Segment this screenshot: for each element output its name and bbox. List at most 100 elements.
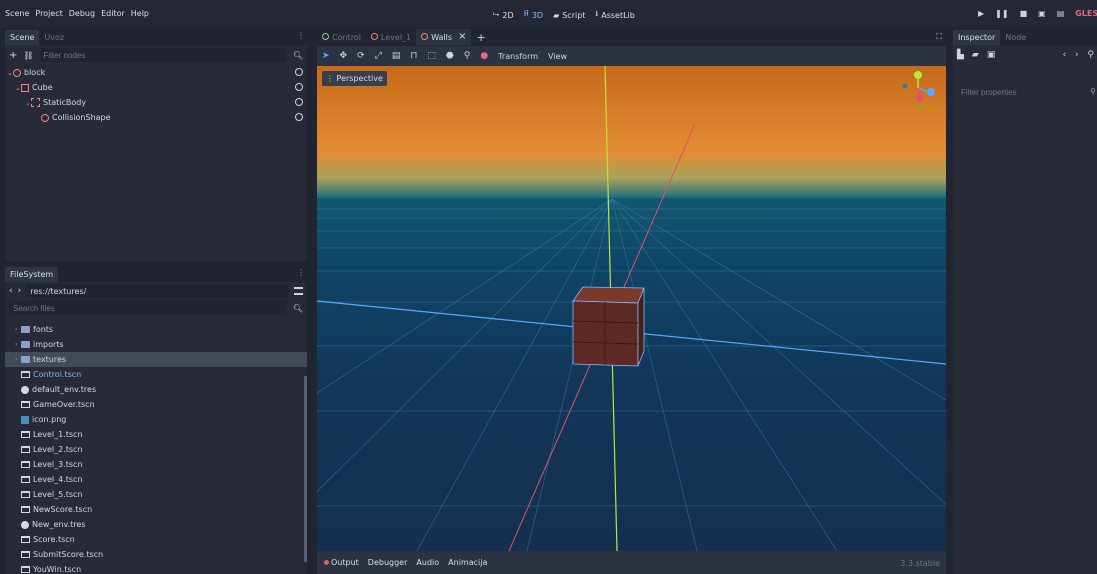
search-files-input[interactable] xyxy=(9,301,287,315)
history-arrows[interactable]: ‹ › ⚲ xyxy=(1062,50,1097,60)
play-scene-icon[interactable]: ▣ xyxy=(1038,9,1046,18)
renderer-badge[interactable]: GLES3 xyxy=(1075,9,1097,18)
menu-debug[interactable]: Debug xyxy=(69,9,95,18)
workspace-3d-button[interactable]: ⭿ 3D xyxy=(524,8,543,22)
view-menu[interactable]: View xyxy=(548,52,567,61)
tree-node-cube[interactable]: ⌄ Cube xyxy=(5,80,307,95)
scene-file-icon xyxy=(21,536,30,543)
move-tool-icon[interactable]: ✥ xyxy=(340,51,348,61)
perspective-menu-button[interactable]: ⋮ Perspective xyxy=(322,71,387,86)
file-item[interactable]: › fonts xyxy=(5,322,307,337)
play-custom-scene-icon[interactable]: ▤ xyxy=(1057,9,1065,18)
pause-icon[interactable]: ❚❚ xyxy=(995,9,1008,18)
file-item[interactable]: Level_1.tscn xyxy=(5,427,307,442)
file-item[interactable]: Control.tscn xyxy=(5,367,307,382)
file-item[interactable]: Level_4.tscn xyxy=(5,472,307,487)
link-icon[interactable]: ⛓ xyxy=(23,51,33,60)
mesh-instance-icon xyxy=(21,83,29,92)
scene-file-icon xyxy=(21,476,30,483)
new-scene-tab-icon[interactable]: + xyxy=(476,31,485,44)
select-tool-icon[interactable]: ➤ xyxy=(322,51,330,61)
fs-path-field[interactable]: res://textures/ xyxy=(26,284,289,298)
visibility-icon[interactable] xyxy=(295,83,303,91)
menu-project[interactable]: Project xyxy=(35,9,62,18)
tab-scene[interactable]: Scene xyxy=(5,30,40,45)
file-item[interactable]: NewScore.tscn xyxy=(5,502,307,517)
file-item[interactable]: icon.png xyxy=(5,412,307,427)
file-item[interactable]: YouWin.tscn xyxy=(5,562,307,574)
tab-node[interactable]: Node xyxy=(1000,30,1031,45)
load-resource-icon[interactable]: ▰ xyxy=(972,50,979,60)
dock-menu-icon[interactable]: ⋮ xyxy=(297,268,305,277)
3d-viewport[interactable]: ⋮ Perspective xyxy=(317,66,946,551)
transform-menu[interactable]: Transform xyxy=(498,52,538,61)
snap-icon[interactable]: ⚲ xyxy=(464,51,471,61)
lock-icon[interactable]: ⊓ xyxy=(410,51,417,61)
cube-mesh[interactable] xyxy=(572,286,645,367)
distraction-free-icon[interactable]: ⛶ xyxy=(936,32,942,42)
scene-tab-level-1[interactable]: Level_1 xyxy=(366,29,416,45)
search-icon[interactable]: 🔍︎ xyxy=(293,304,303,313)
error-dot-icon xyxy=(324,560,329,565)
tab-inspector[interactable]: Inspector xyxy=(953,30,1001,45)
file-item[interactable]: › imports xyxy=(5,337,307,352)
group-icon[interactable]: ⬚ xyxy=(427,51,436,61)
spatial-icon xyxy=(421,33,429,40)
tab-filesystem[interactable]: FileSystem xyxy=(5,267,59,282)
file-item[interactable]: Level_3.tscn xyxy=(5,457,307,472)
back-arrow-icon[interactable]: ‹ xyxy=(9,286,13,296)
camera-override-icon[interactable]: ● xyxy=(480,51,488,61)
filter-nodes-input[interactable] xyxy=(39,48,287,62)
add-node-icon[interactable]: + xyxy=(9,50,17,61)
environment-icon xyxy=(21,520,29,529)
file-item[interactable]: Level_5.tscn xyxy=(5,487,307,502)
menu-help[interactable]: Help xyxy=(131,9,149,18)
tab-import[interactable]: Uvoz xyxy=(39,30,69,45)
fs-scrollbar[interactable] xyxy=(304,376,307,562)
file-list: › fonts › imports › textures Control.tscn d… xyxy=(5,316,307,574)
tree-node-block[interactable]: ⌄ block xyxy=(5,65,307,80)
menu-editor[interactable]: Editor xyxy=(101,9,125,18)
workspace-script-button[interactable]: ▰ Script xyxy=(553,8,585,22)
close-icon[interactable]: × xyxy=(458,32,466,45)
local-space-icon[interactable]: ⬣ xyxy=(446,51,454,61)
file-item[interactable]: SubmitScore.tscn xyxy=(5,547,307,562)
file-item[interactable]: Score.tscn xyxy=(5,532,307,547)
stop-icon[interactable]: ■ xyxy=(1020,9,1028,18)
file-item[interactable]: New_env.tres xyxy=(5,517,307,532)
dock-menu-icon[interactable]: ⋮ xyxy=(297,31,305,40)
tab-debugger[interactable]: Debugger xyxy=(368,558,408,567)
visibility-icon[interactable] xyxy=(295,68,303,76)
orientation-gizmo[interactable] xyxy=(902,71,936,109)
scale-tool-icon[interactable]: ⤢ xyxy=(375,51,382,61)
play-icon[interactable]: ▶ xyxy=(978,9,984,18)
split-mode-icon[interactable] xyxy=(294,287,303,295)
file-item[interactable]: › textures xyxy=(5,352,307,367)
menu-scene[interactable]: Scene xyxy=(5,9,29,18)
scene-tab-control[interactable]: Control xyxy=(317,29,366,45)
tab-audio[interactable]: Audio xyxy=(416,558,439,567)
tab-output[interactable]: Output xyxy=(324,558,359,567)
file-item[interactable]: Level_2.tscn xyxy=(5,442,307,457)
search-icon[interactable]: 🔍︎ xyxy=(293,51,303,60)
forward-arrow-icon[interactable]: › xyxy=(18,286,22,296)
file-item[interactable]: default_env.tres xyxy=(5,382,307,397)
file-item[interactable]: GameOver.tscn xyxy=(5,397,307,412)
grid xyxy=(317,198,946,551)
visibility-icon[interactable] xyxy=(295,113,303,121)
new-resource-icon[interactable]: ▙ xyxy=(957,50,964,60)
workspace-assetlib-button[interactable]: ⭳ AssetLib xyxy=(595,8,634,22)
folder-icon xyxy=(21,326,30,333)
visibility-icon[interactable] xyxy=(295,98,303,106)
scene-tab-walls[interactable]: Walls × xyxy=(416,29,472,45)
tree-node-staticbody[interactable]: ⌄ StaticBody xyxy=(5,95,307,110)
tree-node-collisionshape[interactable]: CollisionShape xyxy=(5,110,307,125)
save-resource-icon[interactable]: ▣ xyxy=(987,50,996,60)
workspace-2d-button[interactable]: ⮡ 2D xyxy=(493,8,514,22)
list-select-icon[interactable]: ▤ xyxy=(392,51,401,61)
filter-properties-input[interactable] xyxy=(957,85,1093,99)
search-icon[interactable]: ⚲ xyxy=(1090,87,1096,96)
tab-animation[interactable]: Animacija xyxy=(448,558,487,567)
inspector-toolbar: ▙ ▰ ▣ ‹ › ⚲ xyxy=(953,45,1097,65)
rotate-tool-icon[interactable]: ⟳ xyxy=(357,51,365,61)
